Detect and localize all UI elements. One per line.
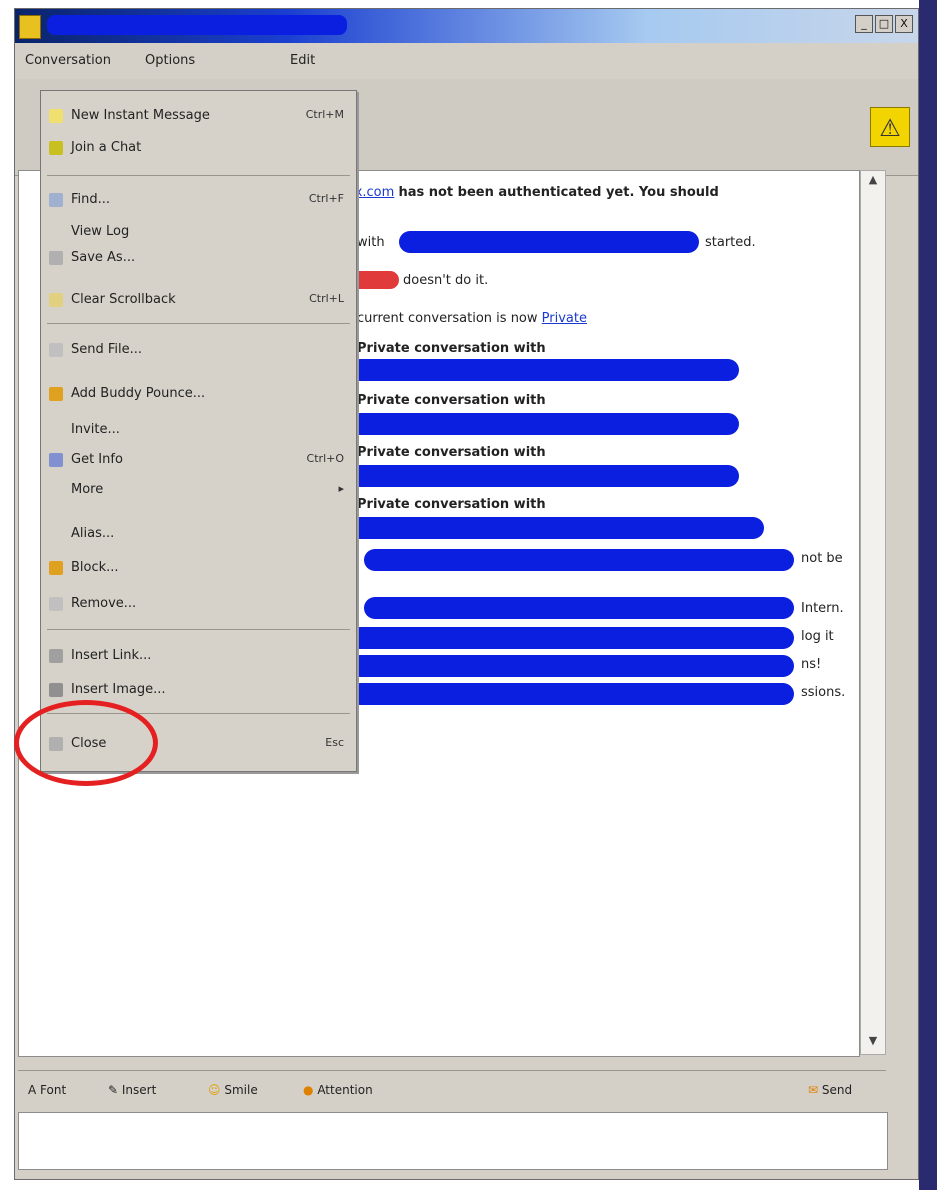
menu-item-alias[interactable]: Alias... [41, 521, 356, 547]
menu-conversation[interactable]: Conversation [25, 53, 111, 68]
message-icon [49, 109, 63, 123]
separator [47, 629, 350, 630]
info-icon [49, 453, 63, 467]
warning-icon[interactable]: ⚠ [870, 107, 910, 147]
menu-item-more[interactable]: More ▸ [41, 477, 356, 503]
line-doesnt: doesn't do it. [403, 273, 489, 288]
redacted-title [47, 15, 347, 35]
redacted-name [399, 231, 699, 253]
font-button[interactable]: A Font [28, 1079, 66, 1101]
link-icon [49, 649, 63, 663]
redacted-msg-1 [349, 359, 739, 381]
menu-item-clear-scrollback[interactable]: Clear Scrollback Ctrl+L [41, 287, 356, 313]
pounce-icon [49, 387, 63, 401]
send-button[interactable]: ✉ Send [808, 1079, 852, 1101]
redacted-msg-7 [349, 627, 794, 649]
menu-item-block[interactable]: Block... [41, 555, 356, 581]
conversation-menu: New Instant Message Ctrl+M Join a Chat Fi… [40, 90, 357, 772]
redacted-msg-8 [349, 655, 794, 677]
vertical-scrollbar[interactable]: ▲ ▼ [860, 170, 886, 1055]
menu-item-send-file[interactable]: Send File... [41, 337, 356, 363]
menu-item-find[interactable]: Find... Ctrl+F [41, 187, 356, 213]
private-conv-4: Private conversation with [357, 497, 546, 512]
menu-item-remove[interactable]: Remove... [41, 591, 356, 617]
redacted-msg-9 [349, 683, 794, 705]
private-conv-1: Private conversation with [357, 341, 546, 356]
attention-button[interactable]: ● Attention [303, 1079, 373, 1101]
menu-item-invite[interactable]: Invite... [41, 417, 356, 443]
auth-warning-line: xx.com has not been authenticated yet. Y… [347, 185, 719, 200]
remove-icon [49, 597, 63, 611]
menu-item-save-as[interactable]: Save As... [41, 245, 356, 271]
find-icon [49, 193, 63, 207]
line-started: started. [705, 235, 756, 250]
menu-item-new-im[interactable]: New Instant Message Ctrl+M [41, 103, 356, 129]
highlight-circle [14, 700, 158, 786]
tail-3: log it [801, 629, 834, 644]
tail-4: ns! [801, 657, 822, 672]
menu-item-insert-link[interactable]: Insert Link... [41, 643, 356, 669]
close-window-button[interactable]: X [895, 15, 913, 33]
menu-item-join-chat[interactable]: Join a Chat [41, 135, 356, 161]
app-icon [19, 15, 41, 39]
line-with: with [357, 235, 385, 250]
separator [47, 175, 350, 176]
clear-icon [49, 293, 63, 307]
save-icon [49, 251, 63, 265]
format-toolbar: A Font ✎ Insert ☺ Smile ● Attention ✉ Se… [18, 1070, 886, 1111]
scroll-up-icon[interactable]: ▲ [863, 173, 883, 191]
message-input[interactable] [18, 1112, 888, 1170]
private-conv-3: Private conversation with [357, 445, 546, 460]
scroll-down-icon[interactable]: ▼ [863, 1034, 883, 1052]
tail-1: not be [801, 551, 843, 566]
menu-item-view-log[interactable]: View Log [41, 219, 356, 245]
redacted-msg-6 [364, 597, 794, 619]
insert-button[interactable]: ✎ Insert [108, 1079, 156, 1101]
smile-button[interactable]: ☺ Smile [208, 1079, 258, 1101]
tail-2: Intern. [801, 601, 844, 616]
maximize-button[interactable]: □ [875, 15, 893, 33]
menu-item-add-pounce[interactable]: Add Buddy Pounce... [41, 381, 356, 407]
minimize-button[interactable]: _ [855, 15, 873, 33]
menu-bar: Conversation Options Edit [15, 45, 918, 77]
title-bar[interactable]: _ □ X [15, 9, 918, 43]
private-conv-2: Private conversation with [357, 393, 546, 408]
menu-edit[interactable]: Edit [290, 53, 315, 68]
redacted-msg-4 [349, 517, 764, 539]
block-icon [49, 561, 63, 575]
menu-options[interactable]: Options [145, 53, 195, 68]
separator [47, 323, 350, 324]
file-icon [49, 343, 63, 357]
redacted-msg-2 [349, 413, 739, 435]
background-edge [919, 0, 937, 1190]
tail-5: ssions. [801, 685, 846, 700]
line-private-status: current conversation is now Private [357, 311, 587, 326]
image-icon [49, 683, 63, 697]
redacted-msg-3 [349, 465, 739, 487]
chat-icon [49, 141, 63, 155]
redacted-msg-5 [364, 549, 794, 571]
menu-item-get-info[interactable]: Get Info Ctrl+O [41, 447, 356, 473]
